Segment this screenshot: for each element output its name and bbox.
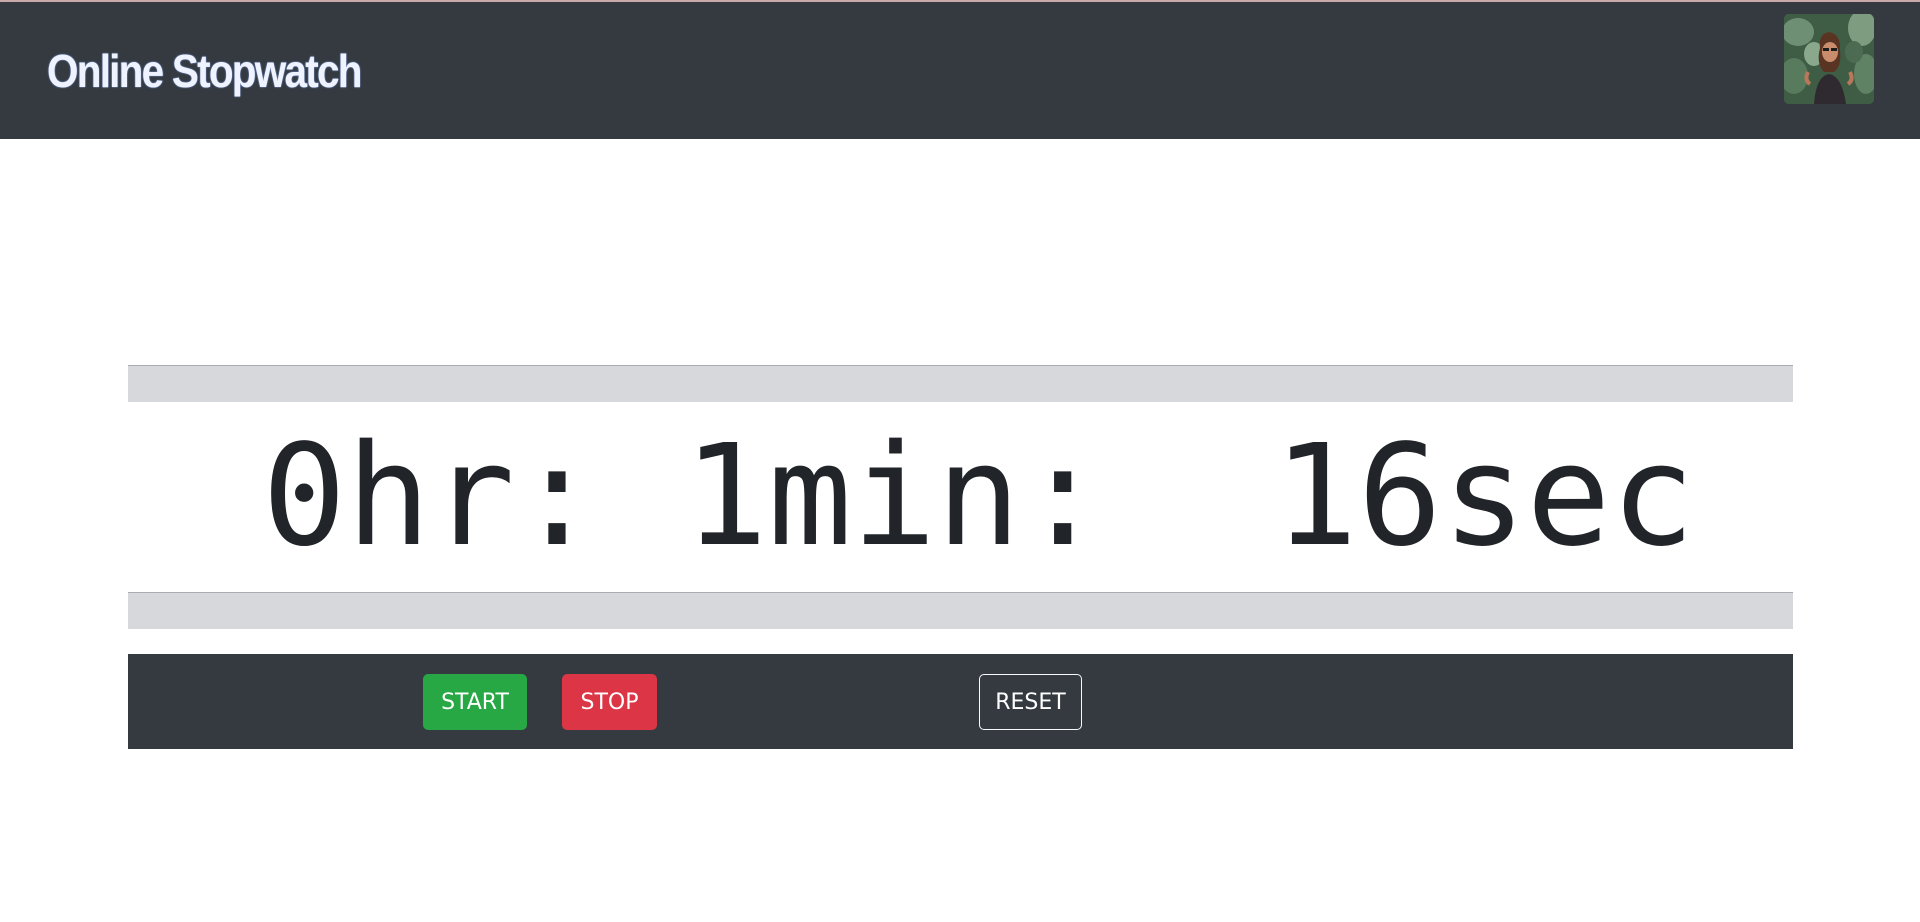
avatar[interactable] [1784, 14, 1874, 104]
stopwatch-time-display: 0hr: 1min: 16sec [262, 415, 1695, 578]
avatar-photo-icon [1784, 14, 1874, 104]
stop-button[interactable]: STOP [562, 674, 657, 730]
reset-button[interactable]: RESET [979, 674, 1082, 730]
display-band-bottom [128, 592, 1793, 629]
display-band-top [128, 365, 1793, 402]
app-title[interactable]: Online Stopwatch [47, 44, 362, 98]
start-button[interactable]: START [423, 674, 527, 730]
navbar: Online Stopwatch [0, 2, 1920, 139]
control-bar: START STOP RESET [128, 654, 1793, 749]
